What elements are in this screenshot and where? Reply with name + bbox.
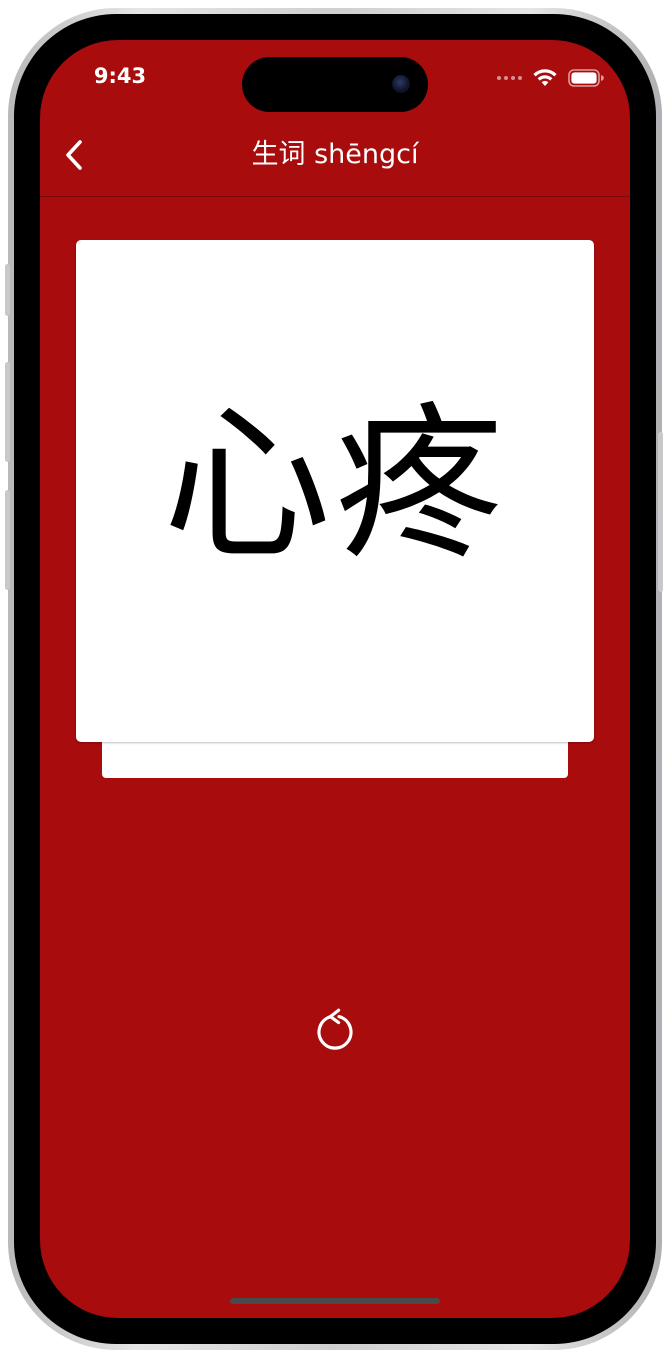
power-button (658, 432, 663, 592)
flashcard[interactable]: 心疼 (76, 240, 594, 742)
home-indicator[interactable] (230, 1298, 440, 1304)
page-title: 生词 shēngcí (251, 139, 419, 170)
next-card-stack (102, 740, 568, 778)
dynamic-island (242, 57, 428, 112)
action-button (5, 264, 10, 316)
status-time: 9:43 (93, 64, 147, 88)
app-screen: 9:43 生词 shēngcí 心疼 (40, 40, 630, 1318)
navigation-bar: 生词 shēngcí (40, 116, 630, 197)
flashcard-word: 心疼 (163, 387, 507, 583)
wifi-icon (533, 69, 557, 86)
volume-down-button (5, 490, 10, 590)
battery-icon (568, 69, 604, 87)
cellular-icon (497, 76, 522, 80)
volume-up-button (5, 362, 10, 462)
flip-card-button[interactable] (314, 1006, 356, 1052)
rotate-ccw-icon (317, 1008, 353, 1050)
camera-icon (392, 75, 410, 93)
status-icons (497, 67, 604, 89)
